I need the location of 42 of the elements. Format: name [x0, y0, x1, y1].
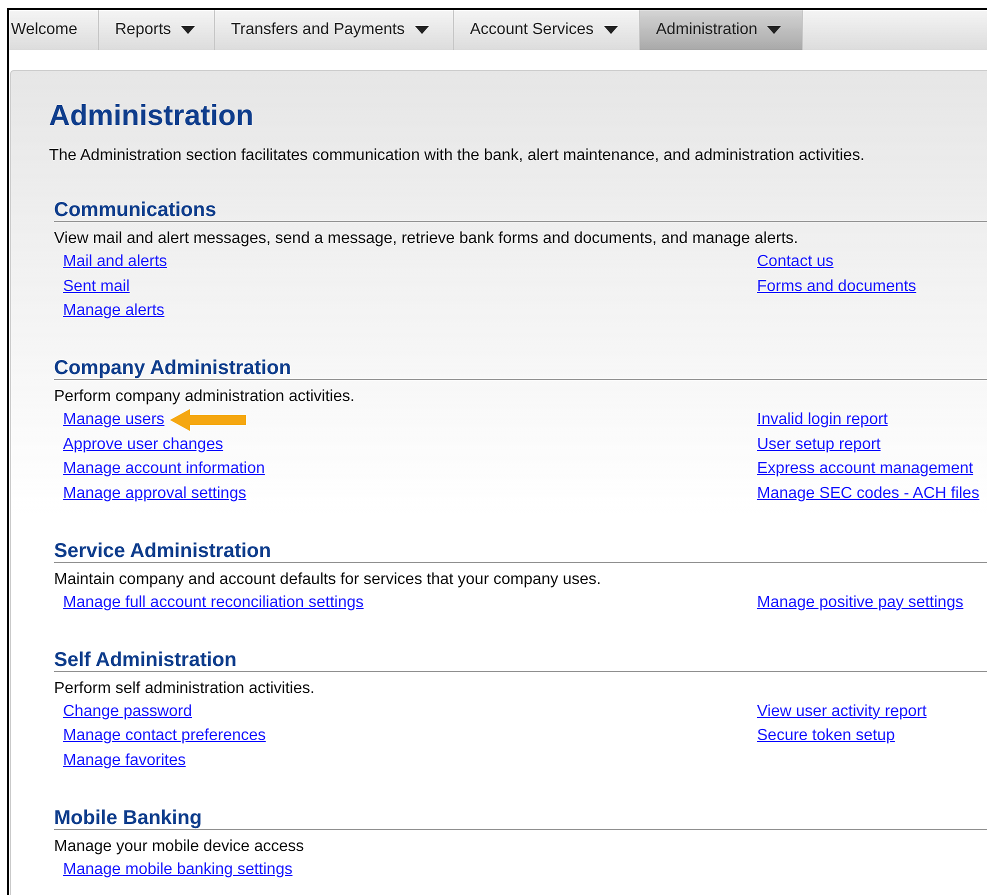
arrow-icon	[170, 409, 246, 432]
link[interactable]: Approve user changes	[63, 434, 224, 455]
section-description: Maintain company and account defaults for services that your company uses.	[54, 570, 602, 590]
link[interactable]: Manage favorites	[63, 750, 186, 771]
link[interactable]: Manage contact preferences	[63, 726, 266, 746]
section-description: Manage your mobile device access	[54, 836, 305, 856]
nav-tab[interactable]: Transfers and Payments	[215, 10, 454, 50]
link[interactable]: Manage account information	[63, 459, 265, 480]
link[interactable]: Manage alerts	[63, 301, 164, 322]
link[interactable]: Secure token setup	[757, 726, 895, 746]
link[interactable]: Manage mobile banking settings	[63, 860, 292, 880]
section-description: View mail and alert messages, send a message, retrieve bank forms and documents, and manage alerts.	[54, 229, 800, 249]
link[interactable]: Contact us	[757, 252, 834, 272]
link[interactable]: Invalid login report	[757, 410, 888, 430]
intro-text: The Administration section facilitates communication with the bank, alert maintenance, and administration activities.	[49, 146, 866, 166]
section-heading: Mobile Banking	[54, 806, 987, 830]
link[interactable]: Sent mail	[63, 276, 130, 297]
link[interactable]: Mail and alerts	[63, 252, 168, 272]
section-heading: Communications	[54, 199, 987, 222]
caret-icon	[181, 25, 196, 35]
link[interactable]: Manage SEC codes - ACH files	[757, 484, 980, 504]
page-title: Administration	[49, 99, 255, 133]
link[interactable]: Forms and documents	[757, 276, 916, 297]
section-heading: Company Administration	[54, 357, 987, 380]
link[interactable]: Manage full account reconciliation settings	[63, 592, 364, 613]
nav-tab[interactable]: Administration	[640, 10, 803, 50]
link[interactable]: Express account management	[757, 459, 974, 480]
caret-icon	[767, 25, 782, 35]
link[interactable]: User setup report	[757, 434, 881, 455]
link[interactable]: Manage users	[63, 410, 164, 430]
section-heading: Self Administration	[54, 648, 987, 672]
link[interactable]: Change password	[63, 702, 192, 722]
nav-tab[interactable]: Welcome	[9, 10, 99, 50]
caret-icon	[414, 25, 429, 35]
link[interactable]: View user activity report	[757, 702, 927, 722]
nav-tab[interactable]: Reports	[99, 10, 215, 50]
section-heading: Service Administration	[54, 540, 987, 562]
caret-icon	[604, 25, 618, 35]
section-description: Perform self administration activities.	[54, 678, 316, 698]
link[interactable]: Manage positive pay settings	[757, 592, 964, 613]
section-description: Perform company administration activities.	[54, 387, 356, 407]
link[interactable]: Manage approval settings	[63, 484, 246, 504]
